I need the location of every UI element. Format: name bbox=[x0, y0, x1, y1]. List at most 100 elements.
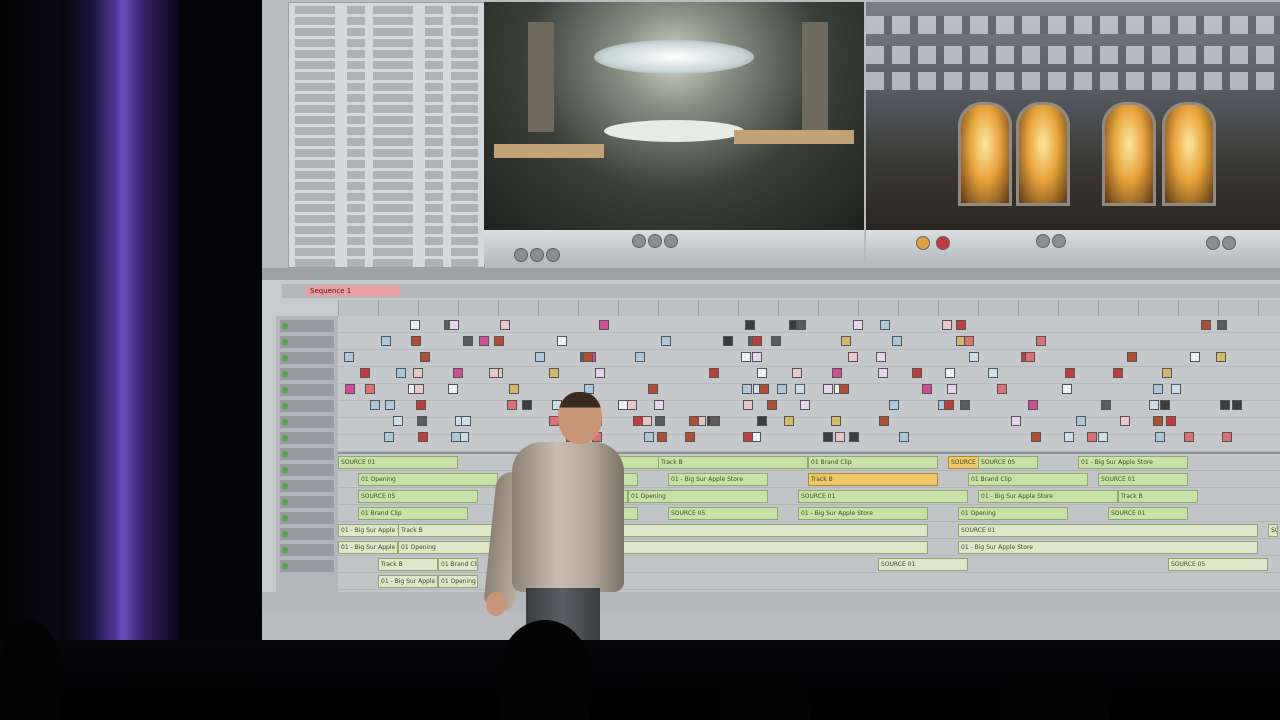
track-header[interactable] bbox=[280, 352, 334, 364]
audio-clip[interactable]: SOURCE 05 bbox=[978, 456, 1038, 469]
video-clip-thumbnail[interactable] bbox=[1031, 432, 1041, 442]
audio-clip[interactable]: 01 Brand Clip bbox=[808, 456, 938, 469]
audio-clip[interactable]: SOURCE 01 bbox=[578, 541, 928, 554]
video-clip-thumbnail[interactable] bbox=[479, 336, 489, 346]
audio-clip[interactable]: Track B bbox=[658, 456, 808, 469]
video-clip-thumbnail[interactable] bbox=[1113, 368, 1123, 378]
track-header[interactable] bbox=[280, 368, 334, 380]
video-clip-thumbnail[interactable] bbox=[945, 368, 955, 378]
track-header[interactable] bbox=[280, 464, 334, 476]
video-clip-thumbnail[interactable] bbox=[1217, 320, 1227, 330]
video-clip-thumbnail[interactable] bbox=[1222, 432, 1232, 442]
video-clip-thumbnail[interactable] bbox=[839, 384, 849, 394]
video-clip-thumbnail[interactable] bbox=[345, 384, 355, 394]
video-clip-thumbnail[interactable] bbox=[360, 368, 370, 378]
video-clip-thumbnail[interactable] bbox=[889, 400, 899, 410]
video-clip-thumbnail[interactable] bbox=[757, 416, 767, 426]
audio-clip[interactable]: 01 Brand Clip bbox=[968, 473, 1088, 486]
video-clip-thumbnail[interactable] bbox=[743, 432, 753, 442]
video-clip-thumbnail[interactable] bbox=[448, 384, 458, 394]
audio-clip[interactable]: SOURCE 01 bbox=[338, 456, 458, 469]
track-header[interactable] bbox=[280, 320, 334, 332]
audio-clip[interactable]: 01 - Big Sur Apple Store bbox=[668, 473, 768, 486]
browser-row[interactable] bbox=[295, 160, 478, 168]
video-clip-thumbnail[interactable] bbox=[642, 416, 652, 426]
audio-clip[interactable]: SOURCE 01 bbox=[958, 524, 1258, 537]
video-clip-thumbnail[interactable] bbox=[841, 336, 851, 346]
video-clip-thumbnail[interactable] bbox=[381, 336, 391, 346]
track-header[interactable] bbox=[280, 480, 334, 492]
video-clip-thumbnail[interactable] bbox=[997, 384, 1007, 394]
video-clip-thumbnail[interactable] bbox=[644, 432, 654, 442]
video-clip-thumbnail[interactable] bbox=[413, 368, 423, 378]
video-clip-thumbnail[interactable] bbox=[853, 320, 863, 330]
video-clip-thumbnail[interactable] bbox=[710, 416, 720, 426]
track-header[interactable] bbox=[280, 336, 334, 348]
tab-sequence[interactable]: Sequence 1 bbox=[306, 286, 400, 296]
canvas-play-button[interactable] bbox=[1036, 234, 1050, 248]
video-clip-thumbnail[interactable] bbox=[416, 400, 426, 410]
browser-row[interactable] bbox=[295, 171, 478, 179]
video-clip-thumbnail[interactable] bbox=[595, 368, 605, 378]
video-clip-thumbnail[interactable] bbox=[988, 368, 998, 378]
audio-clip[interactable]: Track B bbox=[808, 473, 938, 486]
video-clip-thumbnail[interactable] bbox=[599, 320, 609, 330]
project-browser[interactable] bbox=[288, 2, 485, 268]
browser-row[interactable] bbox=[295, 193, 478, 201]
video-clip-thumbnail[interactable] bbox=[1065, 368, 1075, 378]
browser-row[interactable] bbox=[295, 248, 478, 256]
video-clip-thumbnail[interactable] bbox=[1160, 400, 1170, 410]
video-clip-thumbnail[interactable] bbox=[417, 416, 427, 426]
video-clip-thumbnail[interactable] bbox=[831, 416, 841, 426]
video-clip-thumbnail[interactable] bbox=[1216, 352, 1226, 362]
video-clip-thumbnail[interactable] bbox=[410, 320, 420, 330]
video-clip-thumbnail[interactable] bbox=[947, 384, 957, 394]
audio-clip[interactable]: SOURCE 05 bbox=[358, 490, 478, 503]
video-clip-thumbnail[interactable] bbox=[800, 400, 810, 410]
video-clip-thumbnail[interactable] bbox=[635, 352, 645, 362]
video-clip-thumbnail[interactable] bbox=[1190, 352, 1200, 362]
video-clip-thumbnail[interactable] bbox=[1076, 416, 1086, 426]
browser-row[interactable] bbox=[295, 116, 478, 124]
browser-row[interactable] bbox=[295, 83, 478, 91]
play-button[interactable] bbox=[648, 234, 662, 248]
video-clip-thumbnail[interactable] bbox=[795, 384, 805, 394]
audio-clip[interactable]: SOURCE 01 bbox=[878, 558, 968, 571]
video-clip-thumbnail[interactable] bbox=[1232, 400, 1242, 410]
track-header[interactable] bbox=[280, 496, 334, 508]
video-clip-thumbnail[interactable] bbox=[922, 384, 932, 394]
audio-clip[interactable]: 01 - Big Sur Apple Store bbox=[798, 507, 928, 520]
audio-clip[interactable]: 01 Brand Clip bbox=[438, 558, 478, 571]
canvas-option-button[interactable] bbox=[1206, 236, 1220, 250]
video-clip-thumbnail[interactable] bbox=[685, 432, 695, 442]
audio-clip[interactable]: SOURCE 05 bbox=[1168, 558, 1268, 571]
video-clip-thumbnail[interactable] bbox=[956, 320, 966, 330]
video-clip-thumbnail[interactable] bbox=[418, 432, 428, 442]
video-clip-thumbnail[interactable] bbox=[489, 368, 499, 378]
audio-clip[interactable]: 01 - Big Sur Apple Store bbox=[958, 541, 1258, 554]
video-clip-thumbnail[interactable] bbox=[1101, 400, 1111, 410]
browser-row[interactable] bbox=[295, 237, 478, 245]
browser-row[interactable] bbox=[295, 105, 478, 113]
browser-row[interactable] bbox=[295, 17, 478, 25]
browser-row[interactable] bbox=[295, 259, 478, 267]
video-clip-thumbnail[interactable] bbox=[385, 400, 395, 410]
track-header[interactable] bbox=[280, 400, 334, 412]
mark-in-button[interactable] bbox=[514, 248, 528, 262]
video-clip-thumbnail[interactable] bbox=[463, 336, 473, 346]
track-header[interactable] bbox=[280, 544, 334, 556]
video-clip-thumbnail[interactable] bbox=[878, 368, 888, 378]
video-clip-thumbnail[interactable] bbox=[792, 368, 802, 378]
video-clip-thumbnail[interactable] bbox=[796, 320, 806, 330]
video-clip-thumbnail[interactable] bbox=[771, 336, 781, 346]
video-clip-thumbnail[interactable] bbox=[960, 400, 970, 410]
track-header[interactable] bbox=[280, 560, 334, 572]
video-clip-thumbnail[interactable] bbox=[689, 416, 699, 426]
video-clip-thumbnail[interactable] bbox=[1153, 384, 1163, 394]
track-header[interactable] bbox=[280, 432, 334, 444]
video-clip-thumbnail[interactable] bbox=[777, 384, 787, 394]
video-clip-thumbnail[interactable] bbox=[535, 352, 545, 362]
video-clip-thumbnail[interactable] bbox=[494, 336, 504, 346]
video-clip-thumbnail[interactable] bbox=[742, 384, 752, 394]
audio-clip[interactable]: Track B bbox=[1118, 490, 1198, 503]
